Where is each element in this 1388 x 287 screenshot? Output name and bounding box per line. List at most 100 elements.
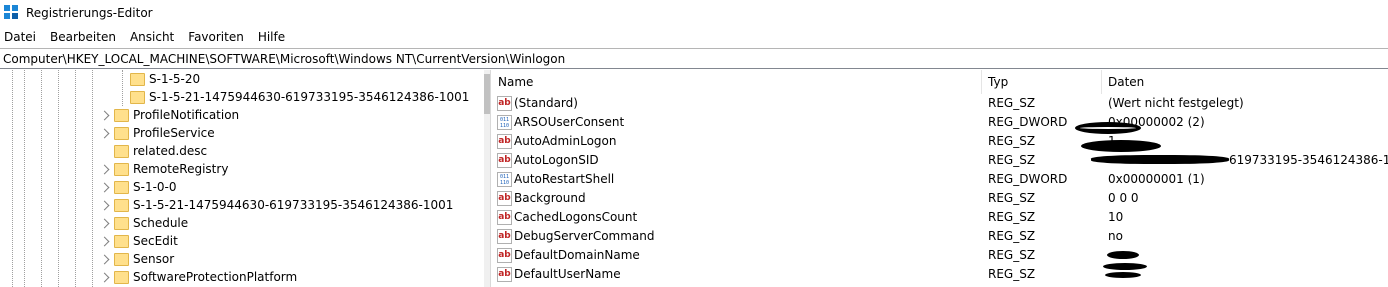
redaction-scribble <box>1091 155 1229 164</box>
folder-icon <box>114 234 129 248</box>
tree-guide-line <box>122 70 123 106</box>
menu-ansicht[interactable]: Ansicht <box>130 30 174 44</box>
tree-item[interactable]: SecEdit <box>114 232 178 250</box>
folder-icon <box>114 126 129 140</box>
value-row[interactable]: ab Background REG_SZ 0 0 0 <box>491 189 1388 208</box>
tree-item-label: Schedule <box>133 216 189 230</box>
menu-favoriten[interactable]: Favoriten <box>188 30 244 44</box>
address-bar[interactable]: Computer\HKEY_LOCAL_MACHINE\SOFTWARE\Mic… <box>0 48 1388 69</box>
value-data: 0 0 0 <box>1108 191 1139 205</box>
column-header-name[interactable]: Name <box>492 70 533 94</box>
value-row[interactable]: 011 110 AutoRestartShell REG_DWORD 0x0000… <box>491 170 1388 189</box>
tree-item[interactable]: S-1-5-21-1475944630-619733195-3546124386… <box>114 196 453 214</box>
value-data: (Wert nicht festgelegt) <box>1108 96 1244 110</box>
tree-item[interactable]: RemoteRegistry <box>114 160 228 178</box>
value-type: REG_SZ <box>988 134 1036 148</box>
chevron-right-icon[interactable] <box>99 110 110 121</box>
value-name: ARSOUserConsent <box>514 115 625 129</box>
tree-item[interactable]: S-1-0-0 <box>114 178 177 196</box>
tree-item[interactable]: SoftwareProtectionPlatform <box>114 268 297 286</box>
tree-guide-line <box>75 70 76 287</box>
chevron-right-icon[interactable] <box>99 200 110 211</box>
value-name: AutoLogonSID <box>514 153 599 167</box>
tree-item-label: S-1-0-0 <box>133 180 177 194</box>
window-title: Registrierungs-Editor <box>26 6 153 20</box>
value-name: Background <box>514 191 586 205</box>
value-row[interactable]: ab DebugServerCommand REG_SZ no <box>491 227 1388 246</box>
value-type: REG_SZ <box>988 267 1036 281</box>
redaction-scribble <box>1103 263 1147 270</box>
tree-item[interactable]: S-1-5-20 <box>130 70 200 88</box>
folder-icon <box>114 144 129 158</box>
chevron-right-icon[interactable] <box>99 236 110 247</box>
values-list[interactable]: Name Typ Daten ab (Standard) REG_SZ (Wer… <box>491 70 1388 287</box>
value-row[interactable]: 011 110 ARSOUserConsent REG_DWORD 0x00000… <box>491 113 1388 132</box>
tree-item[interactable]: ProfileNotification <box>114 106 239 124</box>
tree-item[interactable]: Schedule <box>114 214 188 232</box>
value-type: REG_DWORD <box>988 115 1068 129</box>
value-type: REG_SZ <box>988 191 1036 205</box>
value-name: DefaultDomainName <box>514 248 640 262</box>
tree-item-label: RemoteRegistry <box>133 162 229 176</box>
menu-datei[interactable]: Datei <box>4 30 36 44</box>
folder-icon <box>114 162 129 176</box>
chevron-right-icon[interactable] <box>99 272 110 283</box>
value-row[interactable]: ab AutoLogonSID REG_SZ 619733195-3546124… <box>491 151 1388 170</box>
column-header-type[interactable]: Typ <box>982 70 1008 94</box>
tree-guide-line <box>12 70 13 287</box>
tree-guide-line <box>58 70 59 287</box>
value-type: REG_SZ <box>988 96 1036 110</box>
chevron-right-icon[interactable] <box>99 218 110 229</box>
string-value-icon: ab <box>497 96 512 111</box>
tree-item-label: S-1-5-20 <box>149 72 201 86</box>
value-data: no <box>1108 229 1123 243</box>
chevron-right-icon[interactable] <box>99 254 110 265</box>
folder-icon <box>114 216 129 230</box>
value-name: (Standard) <box>514 96 578 110</box>
binary-value-icon: 011 110 <box>497 172 512 187</box>
chevron-right-icon[interactable] <box>99 128 110 139</box>
binary-value-icon: 011 110 <box>497 115 512 130</box>
column-header-data[interactable]: Daten <box>1102 70 1144 94</box>
value-row[interactable]: ab DefaultDomainName REG_SZ <box>491 246 1388 265</box>
tree-item-label: Sensor <box>133 252 175 266</box>
tree-item[interactable]: S-1-5-21-1475944630-619733195-3546124386… <box>130 88 469 106</box>
value-type: REG_SZ <box>988 248 1036 262</box>
folder-icon <box>114 198 129 212</box>
string-value-icon: ab <box>497 229 512 244</box>
folder-icon <box>114 108 129 122</box>
value-name: AutoRestartShell <box>514 172 615 186</box>
redaction-scribble <box>1105 272 1141 278</box>
value-row[interactable]: ab CachedLogonsCount REG_SZ 10 <box>491 208 1388 227</box>
tree-item[interactable]: ProfileService <box>114 124 215 142</box>
list-header: Name Typ Daten <box>491 70 1388 94</box>
menu-hilfe[interactable]: Hilfe <box>258 30 285 44</box>
string-value-icon: ab <box>497 248 512 263</box>
value-row[interactable]: ab DefaultUserName REG_SZ <box>491 265 1388 284</box>
address-path[interactable]: Computer\HKEY_LOCAL_MACHINE\SOFTWARE\Mic… <box>3 52 565 66</box>
chevron-right-icon[interactable] <box>99 182 110 193</box>
redaction-scribble <box>1081 140 1161 152</box>
registry-editor-icon <box>4 5 20 21</box>
tree-item[interactable]: related.desc <box>114 142 207 160</box>
tree-item-label: ProfileNotification <box>133 108 240 122</box>
folder-icon <box>114 180 129 194</box>
chevron-right-icon[interactable] <box>99 164 110 175</box>
value-row[interactable]: ab AutoAdminLogon REG_SZ 1 <box>491 132 1388 151</box>
value-data: 10 <box>1108 210 1124 224</box>
folder-icon <box>130 72 145 86</box>
tree-pane[interactable]: S-1-5-20 S-1-5-21-1475944630-619733195-3… <box>0 70 484 287</box>
tree-item-label: ProfileService <box>133 126 215 140</box>
value-type: REG_DWORD <box>988 172 1068 186</box>
tree-item-label: SecEdit <box>133 234 178 248</box>
menu-bearbeiten[interactable]: Bearbeiten <box>50 30 116 44</box>
tree-item-label: S-1-5-21-1475944630-619733195-3546124386… <box>133 198 454 212</box>
value-row[interactable]: ab (Standard) REG_SZ (Wert nicht festgel… <box>491 94 1388 113</box>
string-value-icon: ab <box>497 134 512 149</box>
redaction-scribble <box>1107 251 1139 259</box>
tree-guide-line <box>24 70 25 287</box>
value-name: DebugServerCommand <box>514 229 655 243</box>
value-name: AutoAdminLogon <box>514 134 617 148</box>
value-name: DefaultUserName <box>514 267 621 281</box>
tree-item[interactable]: Sensor <box>114 250 174 268</box>
